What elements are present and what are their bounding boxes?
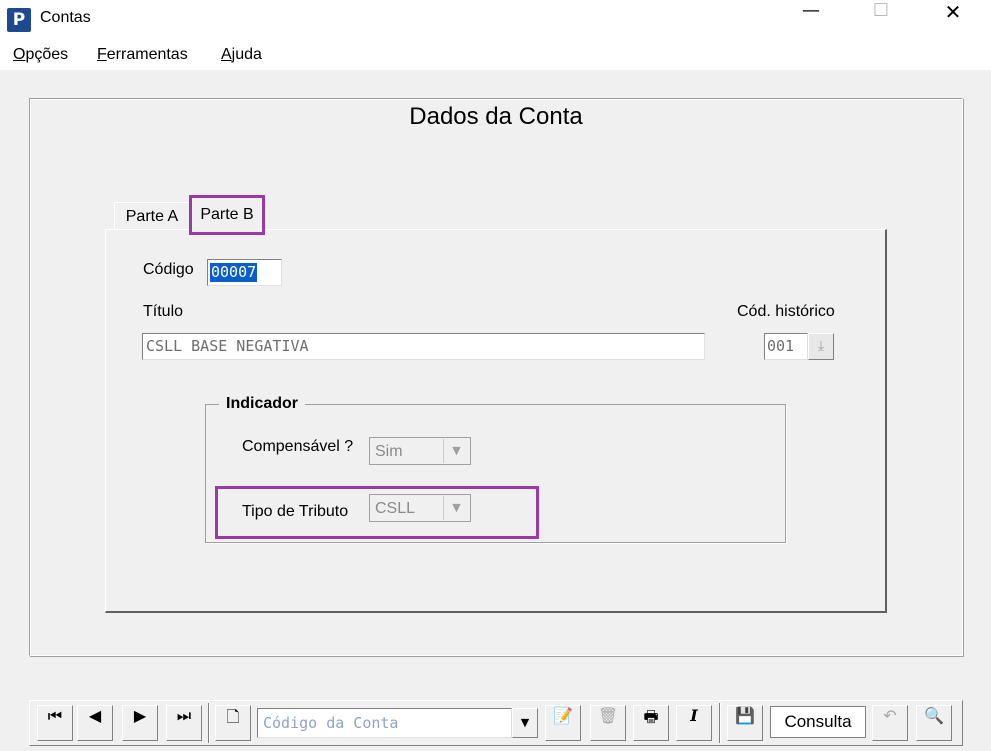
tab-parte-a[interactable]: Parte A: [114, 202, 190, 230]
minimize-button[interactable]: —: [788, 0, 834, 40]
menu-ajuda[interactable]: Ajuda: [221, 46, 262, 64]
next-record-button[interactable]: ▶: [122, 705, 158, 741]
new-record-button[interactable]: 🗋: [215, 705, 251, 741]
undo-button[interactable]: ↶: [872, 705, 908, 741]
cod-historico-label: Cód. histórico: [737, 303, 835, 320]
tipo-tributo-label: Tipo de Tributo: [242, 503, 349, 520]
previous-icon: ◀: [88, 706, 102, 725]
italic-icon: I: [690, 706, 698, 725]
download-arrow-icon: ⤓: [817, 338, 825, 354]
edit-icon: 📝: [553, 706, 573, 725]
menu-ferramentas-label: erramentas: [106, 46, 188, 63]
maximize-button[interactable]: ☐: [858, 0, 904, 40]
title-bar: [0, 0, 991, 40]
menu-opcoes-mnemonic: O: [13, 46, 26, 63]
chevron-down-icon[interactable]: ▼: [443, 439, 469, 463]
print-button[interactable]: 🖶: [633, 705, 669, 741]
save-button[interactable]: 💾: [727, 705, 763, 741]
window-title: Contas: [40, 9, 91, 26]
new-document-icon: 🗋: [226, 707, 240, 726]
menu-ajuda-label: juda: [231, 46, 262, 63]
binoculars-icon: 🔍: [924, 706, 944, 725]
search-input[interactable]: Código da Conta: [257, 708, 512, 738]
titulo-input[interactable]: CSLL BASE NEGATIVA: [142, 333, 705, 360]
tab-parte-b[interactable]: Parte B: [189, 195, 265, 235]
save-icon: 💾: [735, 706, 755, 725]
trash-icon: 🗑: [597, 706, 619, 725]
delete-button[interactable]: 🗑: [590, 705, 626, 741]
toolbar-separator: [208, 703, 210, 743]
edit-button[interactable]: 📝: [545, 705, 581, 741]
undo-icon: ↶: [883, 706, 897, 725]
codigo-label: Código: [143, 261, 194, 278]
printer-icon: 🖶: [643, 707, 659, 726]
italic-button[interactable]: I: [676, 705, 712, 741]
indicador-legend: Indicador: [219, 395, 306, 413]
cod-historico-lookup-button[interactable]: ⤓: [808, 333, 834, 360]
chevron-down-icon[interactable]: ▼: [443, 496, 469, 520]
codigo-value: 00007: [210, 263, 258, 282]
form-title: Dados da Conta: [409, 103, 583, 130]
menu-opcoes[interactable]: Opções: [13, 46, 68, 64]
menu-ajuda-mnemonic: A: [221, 46, 232, 63]
search-dropdown-button[interactable]: ▼: [512, 708, 538, 738]
close-button[interactable]: ✕: [930, 0, 976, 40]
compensavel-label: Compensável ?: [242, 438, 354, 455]
titulo-label: Título: [143, 303, 184, 320]
menu-ferramentas-mnemonic: F: [97, 46, 107, 63]
app-logo-icon: P: [7, 8, 31, 32]
tipo-tributo-value: CSLL: [375, 500, 416, 517]
next-icon: ▶: [133, 706, 147, 725]
previous-record-button[interactable]: ◀: [77, 705, 113, 741]
first-record-button[interactable]: ⏮: [37, 705, 73, 741]
find-button[interactable]: 🔍: [916, 705, 952, 741]
mode-indicator: Consulta: [770, 706, 866, 738]
cod-historico-input[interactable]: 001: [764, 333, 808, 360]
toolbar-separator: [719, 703, 721, 743]
menu-ferramentas[interactable]: Ferramentas: [97, 46, 188, 64]
menu-opcoes-label: pções: [25, 46, 69, 63]
last-icon: ⏭: [176, 706, 192, 725]
last-record-button[interactable]: ⏭: [166, 705, 202, 741]
first-icon: ⏮: [47, 706, 63, 725]
compensavel-value: Sim: [375, 443, 403, 460]
chevron-down-icon: ▼: [520, 716, 530, 729]
